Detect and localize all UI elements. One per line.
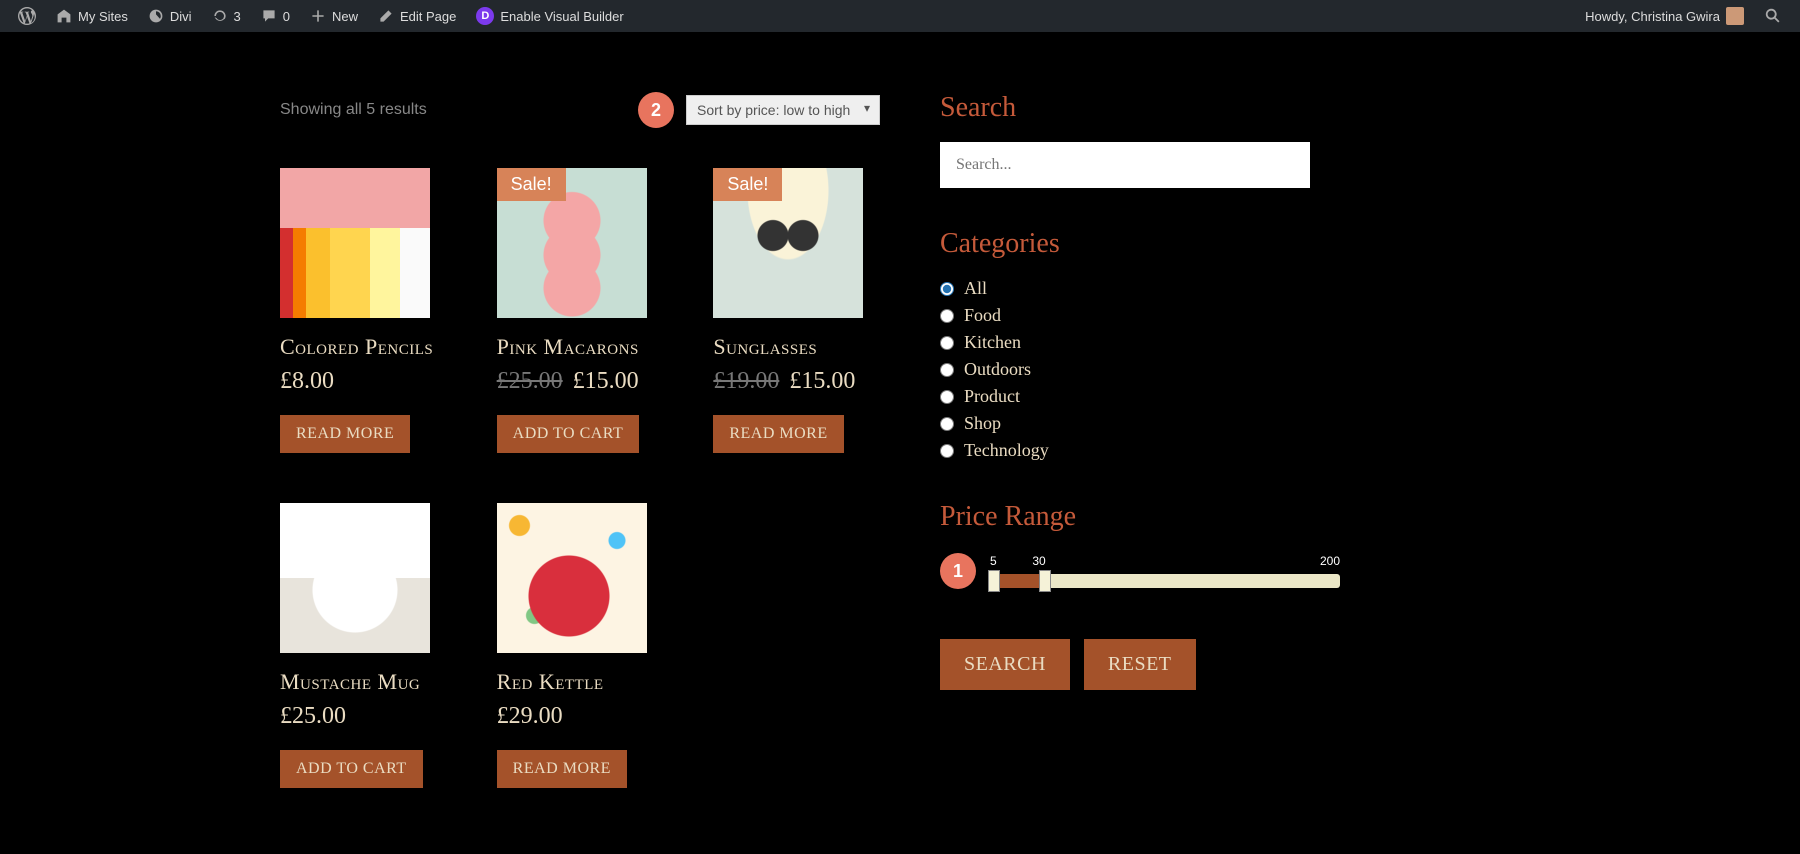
- wordpress-icon: [18, 7, 36, 25]
- category-item[interactable]: Kitchen: [940, 332, 1340, 353]
- admin-visual-builder[interactable]: D Enable Visual Builder: [466, 7, 633, 25]
- admin-my-sites-label: My Sites: [78, 9, 128, 24]
- category-radio[interactable]: [940, 336, 954, 350]
- price-slider[interactable]: 5 30 200: [990, 554, 1340, 588]
- slider-handle-low[interactable]: [988, 570, 1000, 592]
- avatar: [1726, 7, 1744, 25]
- product-action-button[interactable]: READ MORE: [280, 415, 410, 453]
- slider-handle-high[interactable]: [1039, 570, 1051, 592]
- admin-comments-count: 0: [283, 9, 290, 24]
- product-card[interactable]: Colored Pencils £8.00 READ MORE: [280, 168, 447, 453]
- admin-updates-count: 3: [234, 9, 241, 24]
- plus-icon: [310, 8, 326, 24]
- product-action-button[interactable]: ADD TO CART: [497, 415, 640, 453]
- product-title: Sunglasses: [713, 334, 880, 360]
- admin-my-sites[interactable]: My Sites: [46, 8, 138, 24]
- admin-edit-page-label: Edit Page: [400, 9, 456, 24]
- product-price: £19.00£15.00: [713, 368, 880, 395]
- filter-search-button[interactable]: SEARCH: [940, 639, 1070, 690]
- admin-edit-page[interactable]: Edit Page: [368, 8, 466, 24]
- category-label: Product: [964, 386, 1020, 407]
- admin-new-label: New: [332, 9, 358, 24]
- wp-logo[interactable]: [8, 7, 46, 25]
- product-card[interactable]: Sale! Pink Macarons £25.00£15.00 ADD TO …: [497, 168, 664, 453]
- category-label: Kitchen: [964, 332, 1021, 353]
- admin-new[interactable]: New: [300, 8, 368, 24]
- categories-widget-title: Categories: [940, 228, 1340, 260]
- product-listing: Showing all 5 results 2 Sort by price: l…: [280, 92, 880, 788]
- admin-user-greeting[interactable]: Howdy, Christina Gwira: [1575, 7, 1754, 25]
- admin-search[interactable]: [1754, 7, 1792, 25]
- product-image[interactable]: Sale!: [713, 168, 863, 318]
- product-image[interactable]: [280, 168, 430, 318]
- product-price: £29.00: [497, 703, 664, 730]
- sale-badge: Sale!: [713, 168, 782, 201]
- annotation-badge-1: 1: [940, 553, 976, 589]
- sort-select[interactable]: Sort by price: low to high: [686, 95, 880, 125]
- product-card[interactable]: Sale! Sunglasses £19.00£15.00 READ MORE: [713, 168, 880, 453]
- annotation-badge-2: 2: [638, 92, 674, 128]
- category-label: Outdoors: [964, 359, 1031, 380]
- admin-site-name[interactable]: Divi: [138, 8, 202, 24]
- product-price: £8.00: [280, 368, 447, 395]
- category-radio[interactable]: [940, 444, 954, 458]
- price-lo-label: 30: [1032, 554, 1045, 568]
- product-image[interactable]: [497, 503, 647, 653]
- product-image[interactable]: Sale!: [497, 168, 647, 318]
- product-card[interactable]: Mustache Mug £25.00 ADD TO CART: [280, 503, 447, 788]
- results-count: Showing all 5 results: [280, 101, 427, 119]
- refresh-icon: [212, 8, 228, 24]
- product-image[interactable]: [280, 503, 430, 653]
- category-radio[interactable]: [940, 390, 954, 404]
- product-price: £25.00: [280, 703, 447, 730]
- category-label: Food: [964, 305, 1001, 326]
- price-max-label: 200: [1320, 554, 1340, 568]
- product-action-button[interactable]: ADD TO CART: [280, 750, 423, 788]
- admin-comments[interactable]: 0: [251, 8, 300, 24]
- sale-badge: Sale!: [497, 168, 566, 201]
- admin-greeting-text: Howdy, Christina Gwira: [1585, 9, 1720, 24]
- category-radio[interactable]: [940, 309, 954, 323]
- search-input[interactable]: [940, 142, 1310, 188]
- product-card[interactable]: Red Kettle £29.00 READ MORE: [497, 503, 664, 788]
- category-item[interactable]: Product: [940, 386, 1340, 407]
- product-title: Mustache Mug: [280, 669, 447, 695]
- product-title: Red Kettle: [497, 669, 664, 695]
- filter-reset-button[interactable]: RESET: [1084, 639, 1196, 690]
- product-action-button[interactable]: READ MORE: [713, 415, 843, 453]
- product-action-button[interactable]: READ MORE: [497, 750, 627, 788]
- category-radio[interactable]: [940, 417, 954, 431]
- category-radio[interactable]: [940, 363, 954, 377]
- filter-sidebar: Search Categories All Food Kitchen Outdoors…: [940, 92, 1340, 788]
- product-price: £25.00£15.00: [497, 368, 664, 395]
- price-min-label: 5: [990, 554, 997, 568]
- comment-icon: [261, 8, 277, 24]
- admin-updates[interactable]: 3: [202, 8, 251, 24]
- category-label: Shop: [964, 413, 1001, 434]
- pencil-icon: [378, 8, 394, 24]
- admin-site-label: Divi: [170, 9, 192, 24]
- admin-visual-builder-label: Enable Visual Builder: [500, 9, 623, 24]
- category-radio[interactable]: [940, 282, 954, 296]
- search-widget-title: Search: [940, 92, 1340, 124]
- category-label: Technology: [964, 440, 1049, 461]
- wp-admin-bar: My Sites Divi 3 0 New Edit Page D Enable…: [0, 0, 1800, 32]
- product-title: Pink Macarons: [497, 334, 664, 360]
- price-range-widget-title: Price Range: [940, 501, 1340, 533]
- category-item[interactable]: Outdoors: [940, 359, 1340, 380]
- search-icon: [1764, 7, 1782, 25]
- category-item[interactable]: Technology: [940, 440, 1340, 461]
- divi-icon: D: [476, 7, 494, 25]
- category-item[interactable]: All: [940, 278, 1340, 299]
- category-label: All: [964, 278, 987, 299]
- gauge-icon: [148, 8, 164, 24]
- product-title: Colored Pencils: [280, 334, 447, 360]
- category-item[interactable]: Food: [940, 305, 1340, 326]
- category-item[interactable]: Shop: [940, 413, 1340, 434]
- home-icon: [56, 8, 72, 24]
